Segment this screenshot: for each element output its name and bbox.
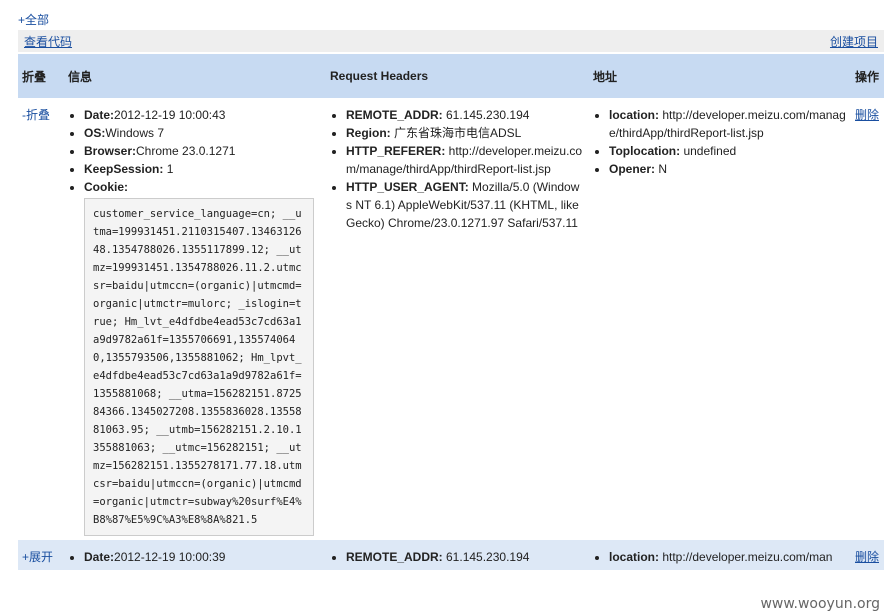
records-table: 折叠 信息 Request Headers 地址 操作 -折叠 Date:201… xyxy=(18,54,884,570)
table-header-row: 折叠 信息 Request Headers 地址 操作 xyxy=(18,54,884,98)
delete-link[interactable]: 删除 xyxy=(855,550,879,564)
list-item: Opener: N xyxy=(609,160,847,178)
header-info: 信息 xyxy=(64,54,326,98)
header-fold: 折叠 xyxy=(18,54,64,98)
list-item: HTTP_REFERER: http://developer.meizu.com… xyxy=(346,142,585,178)
info-list: Date:2012-12-19 10:00:39 xyxy=(68,548,322,566)
show-all-link[interactable]: +全部 xyxy=(18,11,49,28)
cookie-value-box: customer_service_language=cn; __utma=199… xyxy=(84,198,314,536)
list-item: REMOTE_ADDR: 61.145.230.194 xyxy=(346,106,585,124)
list-item: location: http://developer.meizu.com/man… xyxy=(609,106,847,142)
headers-list: REMOTE_ADDR: 61.145.230.194 xyxy=(330,548,585,566)
collapse-toggle[interactable]: -折叠 xyxy=(22,108,50,122)
list-item: Date:2012-12-19 10:00:39 xyxy=(84,548,322,566)
list-item: KeepSession: 1 xyxy=(84,160,322,178)
list-item: OS:Windows 7 xyxy=(84,124,322,142)
header-request-headers: Request Headers xyxy=(326,54,589,98)
list-item: Region: 广东省珠海市电信ADSL xyxy=(346,124,585,142)
list-item: Toplocation: undefined xyxy=(609,142,847,160)
expand-toggle[interactable]: +展开 xyxy=(22,550,53,564)
table-row: -折叠 Date:2012-12-19 10:00:43 OS:Windows … xyxy=(18,98,884,540)
list-item: location: http://developer.meizu.com/man xyxy=(609,548,847,566)
list-item: Cookie: customer_service_language=cn; __… xyxy=(84,178,322,536)
headers-list: REMOTE_ADDR: 61.145.230.194 Region: 广东省珠… xyxy=(330,106,585,232)
view-code-link[interactable]: 查看代码 xyxy=(24,33,72,50)
header-action: 操作 xyxy=(851,54,884,98)
list-item: Date:2012-12-19 10:00:43 xyxy=(84,106,322,124)
delete-link[interactable]: 删除 xyxy=(855,108,879,122)
address-list: location: http://developer.meizu.com/man xyxy=(593,548,847,566)
info-list: Date:2012-12-19 10:00:43 OS:Windows 7 Br… xyxy=(68,106,322,536)
header-address: 地址 xyxy=(589,54,851,98)
toolbar: 查看代码 创建项目 xyxy=(18,30,884,52)
list-item: REMOTE_ADDR: 61.145.230.194 xyxy=(346,548,585,566)
address-list: location: http://developer.meizu.com/man… xyxy=(593,106,847,178)
create-project-link[interactable]: 创建项目 xyxy=(830,33,878,50)
watermark: www.wooyun.org xyxy=(760,596,880,612)
table-row: +展开 Date:2012-12-19 10:00:39 REMOTE_ADDR… xyxy=(18,540,884,570)
list-item: HTTP_USER_AGENT: Mozilla/5.0 (Windows NT… xyxy=(346,178,585,232)
list-item: Browser:Chrome 23.0.1271 xyxy=(84,142,322,160)
